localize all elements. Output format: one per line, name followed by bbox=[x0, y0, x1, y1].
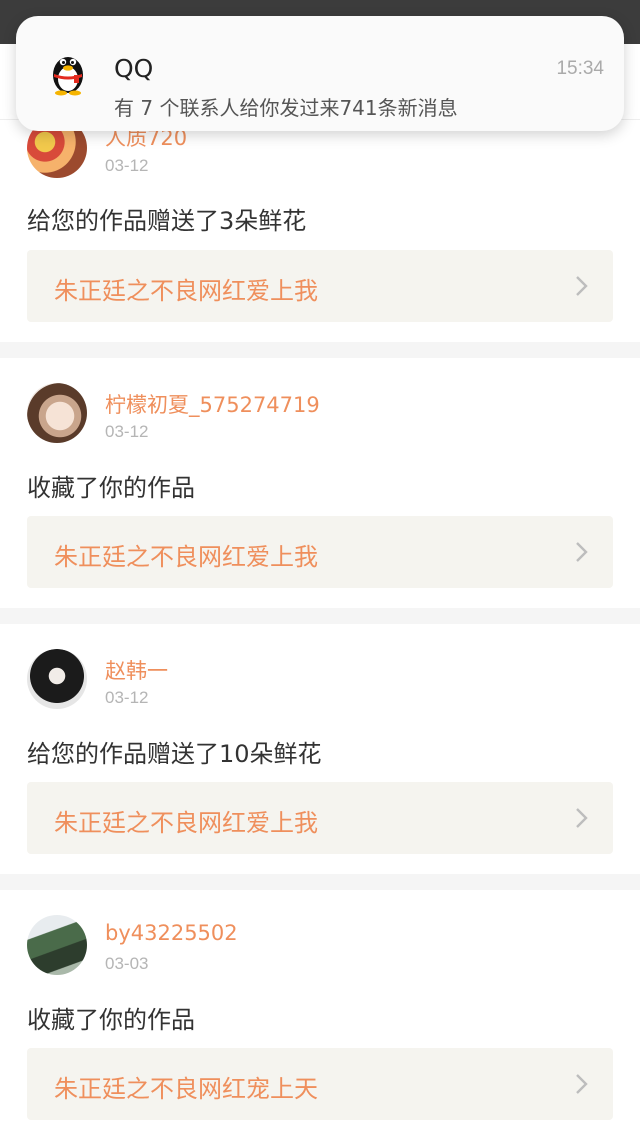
action-text: 给您的作品赠送了10朵鲜花 bbox=[27, 740, 322, 768]
work-link[interactable]: 朱正廷之不良网红爱上我 bbox=[27, 516, 613, 588]
avatar[interactable] bbox=[27, 649, 87, 709]
work-title: 朱正廷之不良网红爱上我 bbox=[54, 809, 318, 837]
avatar[interactable] bbox=[27, 383, 87, 443]
avatar[interactable] bbox=[27, 915, 87, 975]
date: 03-03 bbox=[105, 954, 149, 973]
work-link[interactable]: 朱正廷之不良网红爱上我 bbox=[27, 250, 613, 322]
action-text: 给您的作品赠送了3朵鲜花 bbox=[27, 207, 307, 235]
feed-item: 赵韩一 03-12 给您的作品赠送了10朵鲜花 朱正廷之不良网红爱上我 bbox=[0, 624, 640, 874]
chevron-right-icon bbox=[576, 276, 588, 296]
qq-penguin-icon bbox=[48, 48, 88, 96]
feed-item: 柠檬初夏_575274719 03-12 收藏了你的作品 朱正廷之不良网红爱上我 bbox=[0, 358, 640, 608]
chevron-right-icon bbox=[576, 1074, 588, 1094]
feed-item: 人质720 03-12 给您的作品赠送了3朵鲜花 朱正廷之不良网红爱上我 bbox=[0, 118, 640, 342]
username[interactable]: 赵韩一 bbox=[105, 655, 168, 685]
work-title: 朱正廷之不良网红宠上天 bbox=[54, 1075, 318, 1103]
notification-app-name: QQ bbox=[114, 54, 154, 83]
work-link[interactable]: 朱正廷之不良网红宠上天 bbox=[27, 1048, 613, 1120]
notification-time: 15:34 bbox=[556, 58, 604, 79]
work-title: 朱正廷之不良网红爱上我 bbox=[54, 277, 318, 305]
date: 03-12 bbox=[105, 688, 149, 707]
action-text: 收藏了你的作品 bbox=[27, 474, 195, 502]
chevron-right-icon bbox=[576, 542, 588, 562]
chevron-right-icon bbox=[576, 808, 588, 828]
date: 03-12 bbox=[105, 156, 149, 175]
action-text: 收藏了你的作品 bbox=[27, 1006, 195, 1034]
date: 03-12 bbox=[105, 422, 149, 441]
feed-item: by43225502 03-03 收藏了你的作品 朱正廷之不良网红宠上天 bbox=[0, 890, 640, 1138]
username[interactable]: 柠檬初夏_575274719 bbox=[105, 389, 320, 419]
work-title: 朱正廷之不良网红爱上我 bbox=[54, 543, 318, 571]
work-link[interactable]: 朱正廷之不良网红爱上我 bbox=[27, 782, 613, 854]
username[interactable]: by43225502 bbox=[105, 921, 238, 945]
qq-notification[interactable]: QQ 15:34 有 7 个联系人给你发过来741条新消息 bbox=[16, 16, 624, 131]
notification-message: 有 7 个联系人给你发过来741条新消息 bbox=[114, 96, 458, 120]
